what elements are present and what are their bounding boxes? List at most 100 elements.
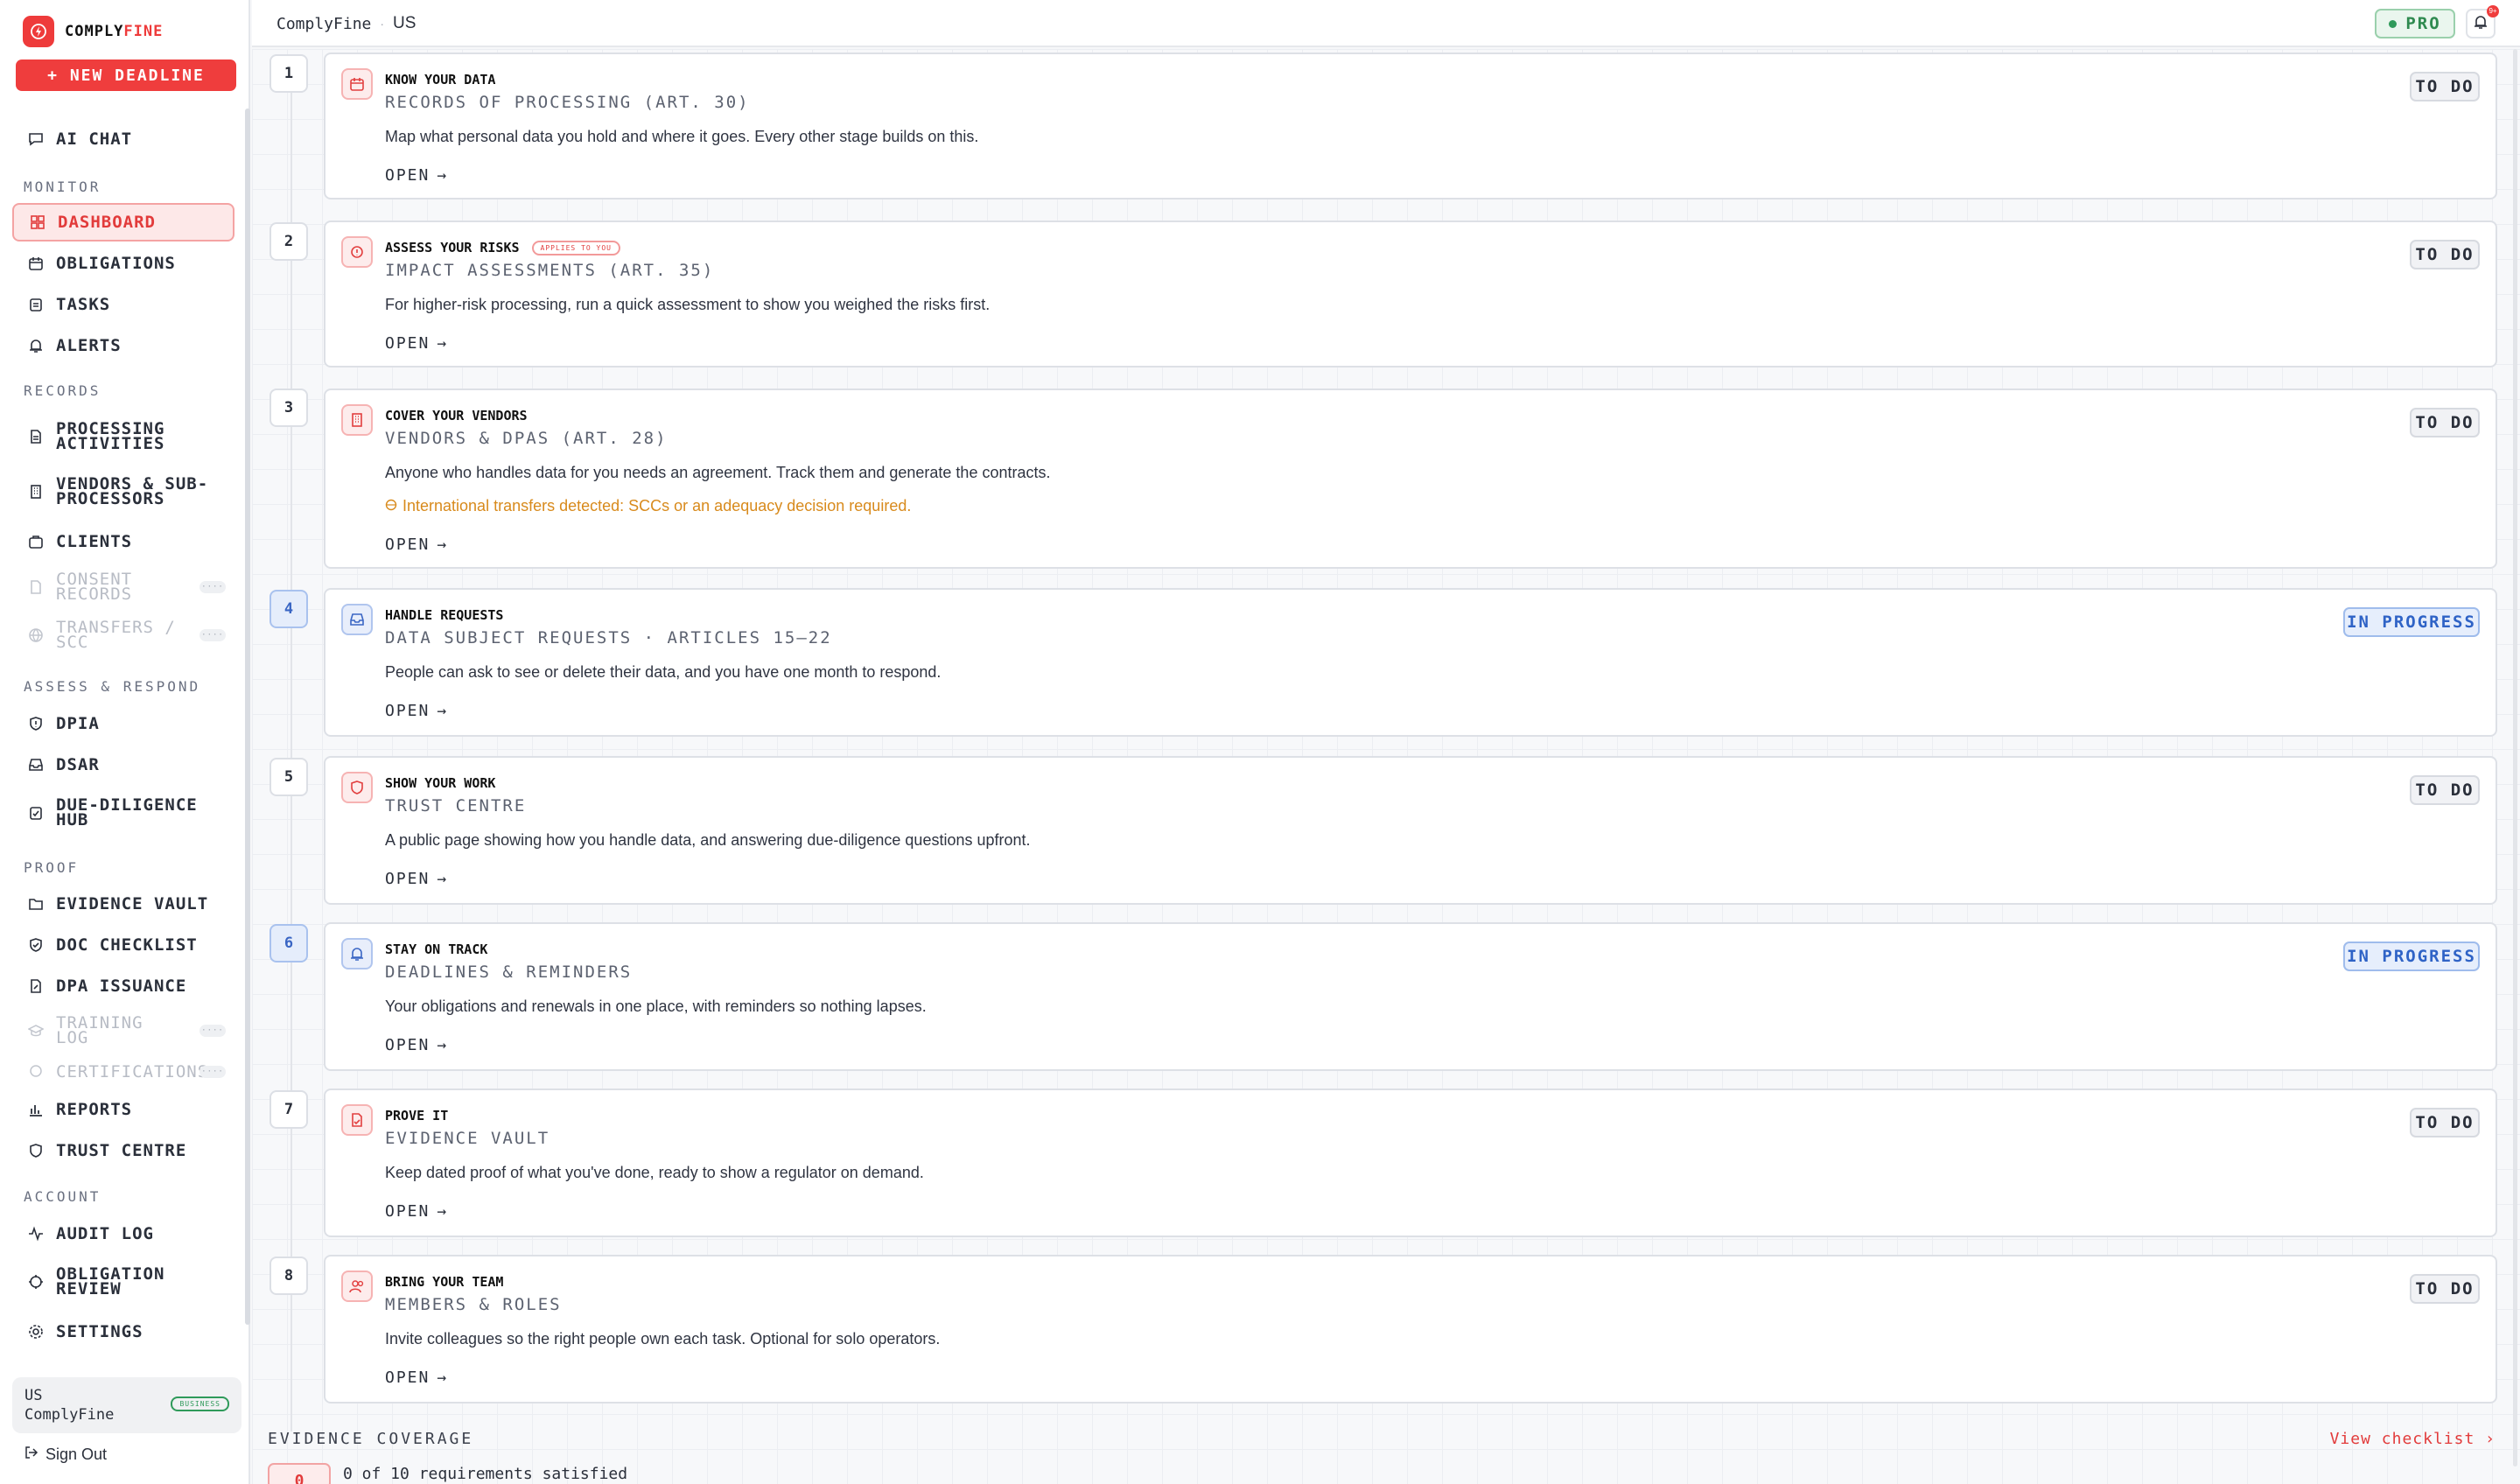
sidebar-item-due-diligence-hub[interactable]: DUE-DILIGENCE HUB — [12, 792, 234, 834]
open-link[interactable]: OPEN → — [385, 166, 448, 185]
status-dot-icon — [2389, 19, 2398, 28]
status-badge: TO DO — [2410, 775, 2480, 805]
step-subtitle: DATA SUBJECT REQUESTS · ARTICLES 15–22 — [385, 628, 832, 648]
sidebar-item-ai-chat[interactable]: AI CHAT — [12, 120, 234, 158]
sidebar-item-processing-activities[interactable]: PROCESSING ACTIVITIES — [12, 416, 234, 458]
step-subtitle: DEADLINES & REMINDERS — [385, 962, 633, 982]
step-card[interactable]: ASSESS YOUR RISKS APPLIES TO YOU IMPACT … — [324, 220, 2497, 368]
step-description: Map what personal data you hold and wher… — [385, 128, 979, 145]
sign-out-label: Sign Out — [46, 1446, 108, 1463]
sidebar-item-vendors[interactable]: VENDORS & SUB-PROCESSORS — [12, 471, 234, 513]
open-link[interactable]: OPEN → — [385, 536, 448, 554]
sidebar-item-dpia[interactable]: DPIA — [12, 704, 234, 743]
step-subtitle: MEMBERS & ROLES — [385, 1295, 562, 1314]
arrow-right-icon: → — [437, 1368, 449, 1387]
sidebar-item-dsar[interactable]: DSAR — [12, 746, 234, 784]
step-title: HANDLE REQUESTS — [385, 607, 504, 623]
sidebar-item-label: ALERTS — [56, 335, 122, 355]
open-link[interactable]: OPEN → — [385, 334, 448, 353]
step-title: ASSESS YOUR RISKS — [385, 240, 520, 256]
step-subtitle: VENDORS & DPAS (ART. 28) — [385, 429, 668, 448]
sidebar-item-label: DSAR — [56, 754, 100, 774]
sign-out-icon — [24, 1446, 38, 1464]
shield-icon — [26, 1141, 46, 1160]
gear-icon — [26, 1322, 46, 1341]
bell-icon — [2473, 14, 2488, 34]
building-icon — [341, 404, 373, 436]
step-subtitle: EVIDENCE VAULT — [385, 1129, 550, 1148]
sidebar-item-audit-log[interactable]: AUDIT LOG — [12, 1214, 234, 1253]
status-badge: IN PROGRESS — [2343, 942, 2480, 971]
sidebar-item-certifications: CERTIFICATIONS ···· — [12, 1053, 234, 1091]
step-subtitle: TRUST CENTRE — [385, 796, 527, 816]
step-card[interactable]: STAY ON TRACK DEADLINES & REMINDERS Your… — [324, 922, 2497, 1071]
sidebar-item-label: CONSENT RECORDS — [56, 570, 133, 604]
sidebar-item-tasks[interactable]: TASKS — [12, 285, 234, 324]
section-label-proof: PROOF — [24, 859, 80, 876]
sidebar-scrollbar[interactable] — [245, 108, 250, 1325]
step-number: 8 — [270, 1256, 308, 1295]
badge-icon — [26, 1062, 46, 1082]
logo[interactable]: COMPLYFINE — [23, 16, 163, 47]
sidebar-item-label: DPA ISSUANCE — [56, 976, 187, 996]
arrow-right-icon: → — [437, 870, 449, 888]
alarm-icon — [26, 336, 46, 355]
step-title: SHOW YOUR WORK — [385, 775, 496, 791]
sidebar-item-label: TASKS — [56, 294, 111, 314]
sidebar-item-dashboard[interactable]: DASHBOARD — [12, 203, 234, 242]
step-card[interactable]: SHOW YOUR WORK TRUST CENTRE A public pag… — [324, 756, 2497, 905]
transfer-warning: International transfers detected: SCCs o… — [385, 497, 911, 515]
folder-icon — [26, 894, 46, 914]
notifications-button[interactable]: 9+ — [2466, 5, 2499, 38]
calendar-icon — [26, 254, 46, 273]
view-checklist-link[interactable]: View checklist › — [2330, 1430, 2496, 1448]
step-title: COVER YOUR VENDORS — [385, 408, 528, 424]
open-link[interactable]: OPEN → — [385, 870, 448, 888]
section-label-records: RECORDS — [24, 382, 102, 399]
sidebar-item-dpa-issuance[interactable]: DPA ISSUANCE — [12, 967, 234, 1005]
sidebar-item-label: TRAINING LOG — [56, 1013, 144, 1047]
notification-count: 9+ — [2487, 5, 2499, 18]
breadcrumb-separator: · — [380, 17, 385, 31]
inbox-icon — [26, 755, 46, 774]
step-card[interactable]: PROVE IT EVIDENCE VAULT Keep dated proof… — [324, 1088, 2497, 1237]
status-badge: TO DO — [2410, 72, 2480, 102]
sidebar-item-label: CERTIFICATIONS — [56, 1061, 209, 1082]
account-card[interactable]: US ComplyFine BUSINESS — [12, 1377, 242, 1433]
open-link[interactable]: OPEN → — [385, 1036, 448, 1054]
section-label-assess: ASSESS & RESPOND — [24, 678, 201, 695]
new-deadline-button[interactable]: + NEW DEADLINE — [16, 60, 236, 91]
open-link[interactable]: OPEN → — [385, 702, 448, 720]
sidebar-item-trust-centre[interactable]: TRUST CENTRE — [12, 1131, 234, 1170]
step-description: For higher-risk processing, run a quick … — [385, 296, 990, 313]
sidebar-item-settings[interactable]: SETTINGS — [12, 1312, 234, 1351]
plan-status-badge[interactable]: PRO — [2375, 9, 2455, 38]
step-number: 1 — [270, 54, 308, 93]
sidebar-item-obligation-review[interactable]: OBLIGATION REVIEW — [12, 1261, 234, 1303]
main-scrollbar[interactable] — [2513, 49, 2517, 1466]
sidebar-item-doc-checklist[interactable]: DOC CHECKLIST — [12, 926, 234, 964]
clipboard-icon — [26, 295, 46, 314]
sidebar-item-reports[interactable]: REPORTS — [12, 1090, 234, 1129]
sidebar-item-label: DASHBOARD — [58, 212, 156, 232]
edit-document-icon — [26, 976, 46, 996]
step-number: 5 — [270, 758, 308, 796]
step-card[interactable]: COVER YOUR VENDORS VENDORS & DPAS (ART. … — [324, 388, 2497, 569]
open-link[interactable]: OPEN → — [385, 1202, 448, 1221]
sign-out-link[interactable]: Sign Out — [24, 1446, 107, 1464]
sidebar-item-obligations[interactable]: OBLIGATIONS — [12, 244, 234, 283]
step-card[interactable]: BRING YOUR TEAM MEMBERS & ROLES Invite c… — [324, 1255, 2497, 1404]
status-badge: IN PROGRESS — [2343, 607, 2480, 637]
arrow-right-icon: → — [437, 166, 449, 185]
open-link[interactable]: OPEN → — [385, 1368, 448, 1387]
step-card[interactable]: KNOW YOUR DATA RECORDS OF PROCESSING (AR… — [324, 52, 2497, 200]
sidebar-item-label: OBLIGATION REVIEW — [56, 1264, 165, 1298]
step-number: 2 — [270, 222, 308, 261]
sidebar-item-evidence-vault[interactable]: EVIDENCE VAULT — [12, 885, 234, 923]
sidebar-item-clients[interactable]: CLIENTS — [12, 522, 234, 561]
sidebar-item-alerts[interactable]: ALERTS — [12, 326, 234, 365]
breadcrumb-brand[interactable]: ComplyFine — [276, 15, 371, 33]
step-title: STAY ON TRACK — [385, 942, 488, 957]
locked-badge: ···· — [200, 581, 226, 593]
step-card[interactable]: HANDLE REQUESTS DATA SUBJECT REQUESTS · … — [324, 588, 2497, 737]
